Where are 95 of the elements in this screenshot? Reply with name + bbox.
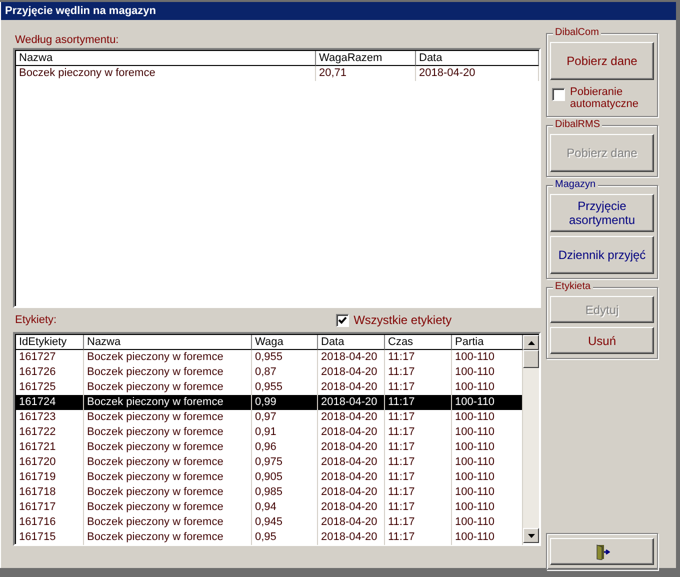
table-cell: 20,71 <box>316 66 416 81</box>
table-cell: 161718 <box>16 485 84 500</box>
table-cell: 11:17 <box>385 350 452 365</box>
checkbox-label: Wszystkie etykiety <box>354 313 452 327</box>
column-header[interactable]: Czas <box>385 335 452 350</box>
table-cell: Boczek pieczony w foremce <box>84 395 252 410</box>
column-header[interactable]: Waga <box>252 335 318 350</box>
group-title: DibalCom <box>553 27 601 38</box>
table-cell: 11:17 <box>385 365 452 380</box>
table-cell: Boczek pieczony w foremce <box>84 485 252 500</box>
table-row[interactable]: 161724 Boczek pieczony w foremce 0,99 2018-04-20 11:17 100-110 <box>16 395 523 410</box>
table-cell: 0,96 <box>252 440 318 455</box>
table-cell: 161715 <box>16 530 84 545</box>
table-cell: 0,945 <box>252 515 318 530</box>
table-cell: 11:17 <box>385 515 452 530</box>
group-title: DibalRMS <box>553 119 602 130</box>
checkbox[interactable] <box>336 314 349 326</box>
column-header[interactable]: Data <box>318 335 385 350</box>
action-button[interactable]: Usuń <box>550 327 654 354</box>
table-cell: 2018-04-20 <box>318 410 385 425</box>
table-cell: 161726 <box>16 365 84 380</box>
table-cell: 161719 <box>16 470 84 485</box>
table-cell: 161722 <box>16 425 84 440</box>
table-cell: Boczek pieczony w foremce <box>84 365 252 380</box>
exit-door-icon <box>594 544 610 560</box>
table-cell: 0,955 <box>252 350 318 365</box>
table-cell: 11:17 <box>385 425 452 440</box>
action-button[interactable]: Pobierz dane <box>550 42 654 80</box>
table-cell: 2018-04-20 <box>416 66 539 81</box>
scroll-thumb[interactable] <box>523 350 539 368</box>
column-header[interactable]: WagaRazem <box>316 51 416 66</box>
table-cell: Boczek pieczony w foremce <box>84 440 252 455</box>
group-title: Etykieta <box>553 281 593 292</box>
column-header[interactable]: Data <box>416 51 539 66</box>
table-cell: 11:17 <box>385 530 452 545</box>
table-cell: Boczek pieczony w foremce <box>84 530 252 545</box>
table-cell: Boczek pieczony w foremce <box>84 515 252 530</box>
table-cell: 11:17 <box>385 440 452 455</box>
table-cell: 2018-04-20 <box>318 500 385 515</box>
down-arrow-icon <box>528 534 534 538</box>
table-cell: Boczek pieczony w foremce <box>84 410 252 425</box>
table-cell: 2018-04-20 <box>318 470 385 485</box>
checkbox-label: Pobieranie automatyczne <box>570 86 640 110</box>
table-cell: 0,99 <box>252 395 318 410</box>
table-cell: 11:17 <box>385 395 452 410</box>
table-cell: 161723 <box>16 410 84 425</box>
table-cell: 2018-04-20 <box>318 455 385 470</box>
scroll-up-button[interactable] <box>523 335 539 350</box>
table-cell: 0,95 <box>252 530 318 545</box>
table-cell: 2018-04-20 <box>318 425 385 440</box>
table-cell: 161727 <box>16 350 84 365</box>
table-cell: 161724 <box>16 395 84 410</box>
table-cell: 11:17 <box>385 485 452 500</box>
table-cell: 0,975 <box>252 455 318 470</box>
checkbox[interactable] <box>552 88 565 101</box>
table-cell: 161717 <box>16 500 84 515</box>
table-cell: 0,87 <box>252 365 318 380</box>
table-cell: Boczek pieczony w foremce <box>84 455 252 470</box>
table-cell: 11:17 <box>385 410 452 425</box>
up-arrow-icon <box>528 340 534 344</box>
table-cell: 0,985 <box>252 485 318 500</box>
action-button[interactable]: Dziennik przyjęć <box>550 236 654 274</box>
table-cell: 161720 <box>16 455 84 470</box>
table-cell: 2018-04-20 <box>318 365 385 380</box>
scroll-down-button[interactable] <box>523 528 539 543</box>
table-cell: 0,91 <box>252 425 318 440</box>
table-cell: Boczek pieczony w foremce <box>84 425 252 440</box>
scrollbar[interactable] <box>523 335 539 543</box>
column-header[interactable]: IdEtykiety <box>16 335 84 350</box>
group-title: Magazyn <box>553 179 598 190</box>
table-cell: 0,97 <box>252 410 318 425</box>
section-label: Według asortymentu: <box>15 34 120 46</box>
section-label: Etykiety: <box>15 314 57 326</box>
table-cell: Boczek pieczony w foremce <box>84 470 252 485</box>
table-cell: 11:17 <box>385 500 452 515</box>
table-cell: 2018-04-20 <box>318 515 385 530</box>
exit-button[interactable] <box>550 538 654 565</box>
table-cell: 2018-04-20 <box>318 530 385 545</box>
table-cell: 2018-04-20 <box>318 350 385 365</box>
table-cell: 0,94 <box>252 500 318 515</box>
table-cell: 2018-04-20 <box>318 395 385 410</box>
table-cell: 2018-04-20 <box>318 440 385 455</box>
table-cell: Boczek pieczony w foremce <box>84 500 252 515</box>
table-cell: 11:17 <box>385 455 452 470</box>
window-title: Przyjęcie wędlin na magazyn <box>1 2 676 20</box>
table-cell: Boczek pieczony w foremce <box>16 66 316 81</box>
table-cell: 0,905 <box>252 470 318 485</box>
table-cell: 2018-04-20 <box>318 485 385 500</box>
table-cell: 11:17 <box>385 470 452 485</box>
column-header[interactable]: Nazwa <box>84 335 252 350</box>
action-button[interactable]: Przyjęcie asortymentu <box>550 194 654 232</box>
table-cell: 161716 <box>16 515 84 530</box>
table-cell: Boczek pieczony w foremce <box>84 350 252 365</box>
column-header[interactable]: Nazwa <box>16 51 316 66</box>
table-cell: 161721 <box>16 440 84 455</box>
